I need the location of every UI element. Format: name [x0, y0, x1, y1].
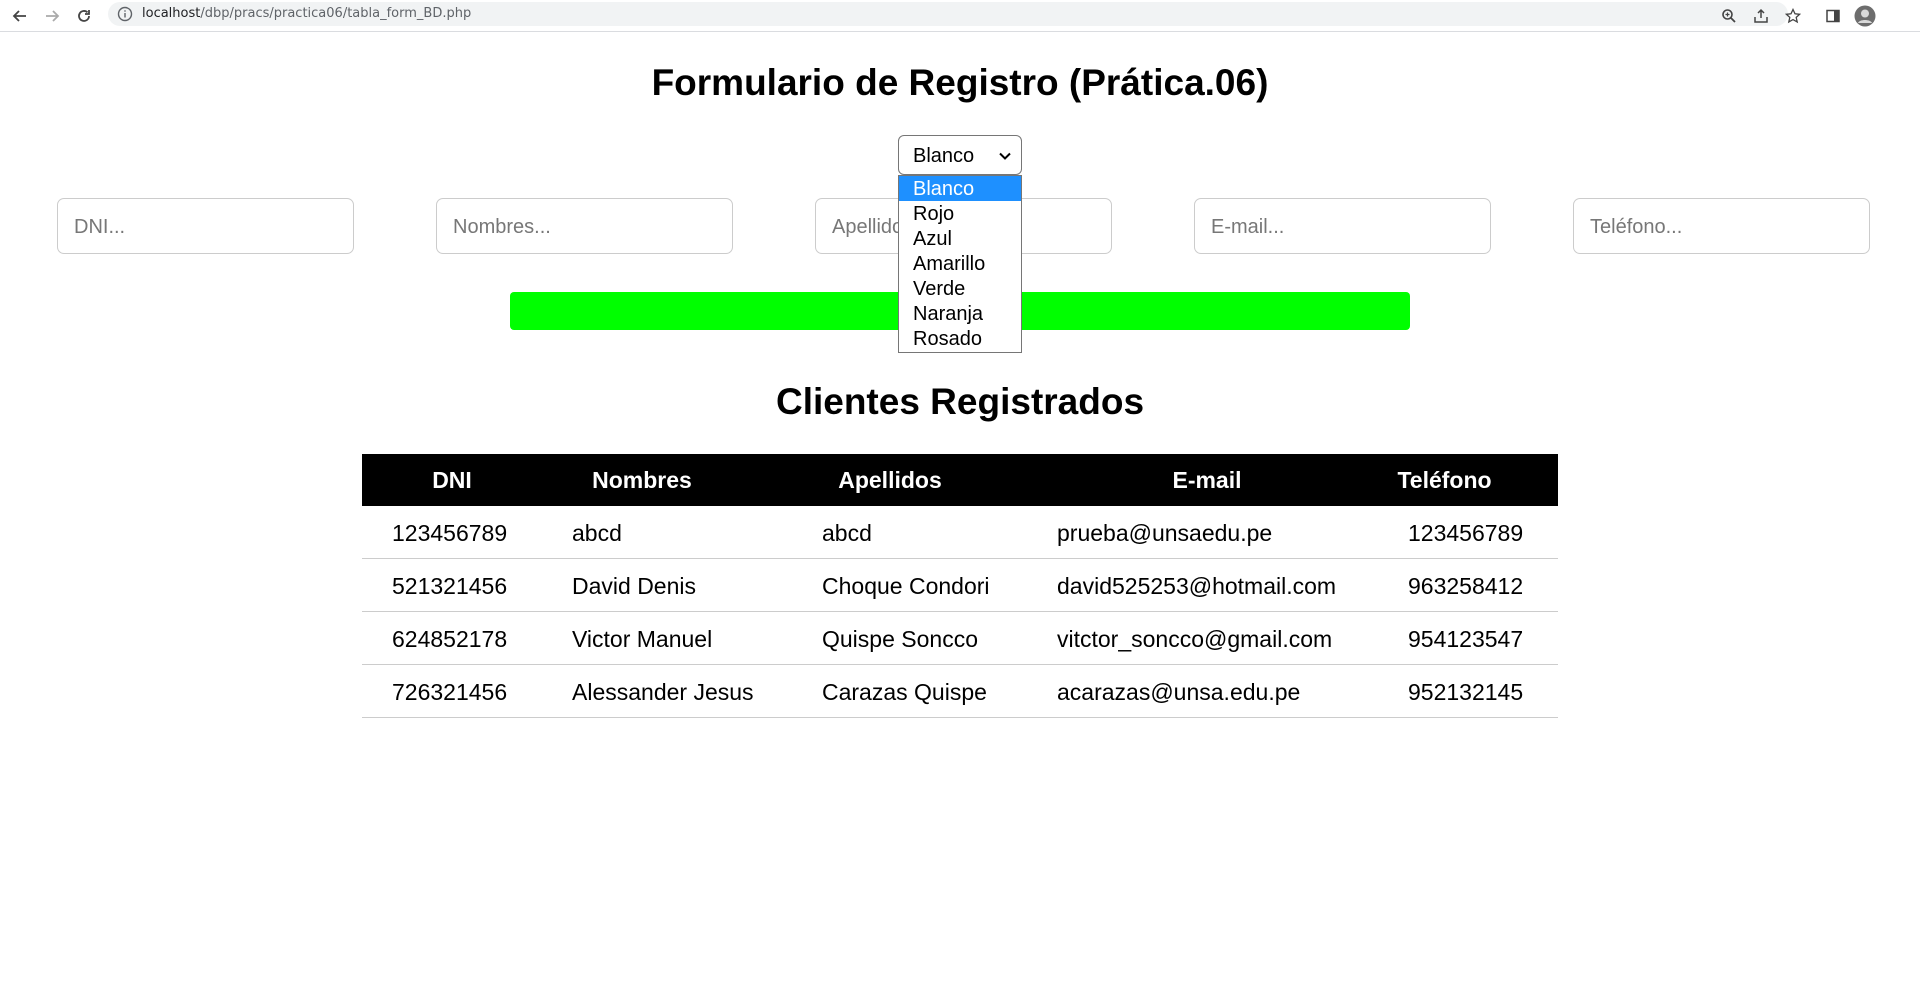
option-label: Amarillo [913, 253, 986, 275]
zoom-icon [1722, 9, 1736, 23]
cell-telefono: 952132145 [1408, 679, 1524, 705]
option-label: Blanco [913, 178, 975, 200]
cell-apellidos: Choque Condori [822, 573, 990, 599]
reload-icon [78, 10, 90, 22]
side-panel-icon [1826, 9, 1840, 23]
section-title: Clientes Registrados [775, 381, 1145, 422]
table-row: 521321456 David Denis Choque Condori dav… [362, 559, 1558, 612]
table-row: 123456789 abcd abcd prueba@unsaedu.pe 12… [362, 506, 1558, 559]
color-option-verde[interactable]: Verde [899, 276, 1021, 301]
table-row: 726321456 Alessander Jesus Carazas Quisp… [362, 665, 1558, 718]
zoom-button[interactable] [1717, 4, 1741, 28]
cell-apellidos: abcd [822, 520, 872, 546]
bookmark-button[interactable] [1781, 4, 1805, 28]
nombres-input[interactable]: Nombres... [436, 198, 733, 254]
arrow-left-icon [12, 10, 26, 22]
option-label: Rosado [913, 328, 982, 350]
color-select[interactable]: Blanco [898, 135, 1022, 175]
cell-telefono: 123456789 [1408, 520, 1524, 546]
table-header: DNI Nombres Apellidos E-mail Teléfono [362, 454, 1558, 506]
color-option-rojo[interactable]: Rojo [899, 201, 1021, 226]
color-option-azul[interactable]: Azul [899, 226, 1021, 251]
dni-placeholder: DNI... [74, 216, 126, 238]
browser-toolbar: localhost/dbp/pracs/practica06/tabla_for… [0, 0, 1920, 32]
cell-apellidos: Quispe Soncco [822, 626, 978, 652]
dni-input[interactable]: DNI... [57, 198, 354, 254]
cell-telefono: 954123547 [1408, 626, 1524, 652]
color-option-rosado[interactable]: Rosado [899, 326, 1021, 351]
header-dni: DNI [432, 467, 472, 493]
header-apellidos: Apellidos [838, 467, 942, 493]
info-icon[interactable] [117, 6, 133, 22]
cell-dni: 123456789 [392, 520, 508, 546]
cell-apellidos: Carazas Quispe [822, 679, 987, 705]
share-icon [1754, 8, 1768, 23]
cell-dni: 624852178 [392, 626, 508, 652]
color-select-value: Blanco [913, 145, 975, 167]
url-path: /dbp/pracs/practica06/tabla_form_BD.php [200, 6, 472, 21]
option-label: Naranja [913, 303, 984, 325]
telefono-input[interactable]: Teléfono... [1573, 198, 1870, 254]
table-row: 624852178 Victor Manuel Quispe Soncco vi… [362, 612, 1558, 665]
share-button[interactable] [1749, 4, 1773, 28]
cell-dni: 726321456 [392, 679, 508, 705]
side-panel-button[interactable] [1821, 4, 1845, 28]
address-bar[interactable]: localhost/dbp/pracs/practica06/tabla_for… [108, 2, 1788, 26]
email-input[interactable]: E-mail... [1194, 198, 1491, 254]
email-placeholder: E-mail... [1211, 216, 1285, 238]
cell-email: vitctor_soncco@gmail.com [1057, 626, 1333, 652]
cell-telefono: 963258412 [1408, 573, 1524, 599]
color-option-amarillo[interactable]: Amarillo [899, 251, 1021, 276]
cell-dni: 521321456 [392, 573, 508, 599]
cell-email: acarazas@unsa.edu.pe [1057, 679, 1301, 705]
cell-email: prueba@unsaedu.pe [1057, 520, 1273, 546]
forward-button[interactable] [40, 4, 64, 28]
reload-button[interactable] [72, 4, 96, 28]
star-icon [1785, 8, 1801, 24]
color-option-naranja[interactable]: Naranja [899, 301, 1021, 326]
cell-nombres: abcd [572, 520, 622, 546]
option-label: Rojo [913, 203, 955, 225]
option-label: Azul [913, 228, 952, 250]
url-host: localhost [142, 6, 201, 21]
back-button[interactable] [8, 4, 32, 28]
cell-nombres: Victor Manuel [572, 626, 713, 652]
cell-email: david525253@hotmail.com [1057, 573, 1337, 599]
header-email: E-mail [1172, 467, 1242, 493]
header-nombres: Nombres [592, 467, 692, 493]
page-title: Formulario de Registro (Prática.06) [651, 62, 1269, 103]
chevron-down-icon [999, 152, 1011, 160]
cell-nombres: David Denis [572, 573, 696, 599]
color-dropdown-list: Blanco Rojo Azul Amarillo Verde Naranja … [898, 175, 1022, 353]
option-label: Verde [913, 278, 966, 300]
color-option-blanco[interactable]: Blanco [899, 176, 1021, 201]
avatar-icon [1854, 5, 1876, 27]
header-telefono: Teléfono [1397, 467, 1492, 493]
url-text: localhost/dbp/pracs/practica06/tabla_for… [142, 6, 471, 22]
cell-nombres: Alessander Jesus [572, 679, 754, 705]
arrow-right-icon [46, 10, 60, 22]
nombres-placeholder: Nombres... [453, 216, 551, 238]
profile-button[interactable] [1853, 4, 1877, 28]
telefono-placeholder: Teléfono... [1590, 216, 1683, 238]
